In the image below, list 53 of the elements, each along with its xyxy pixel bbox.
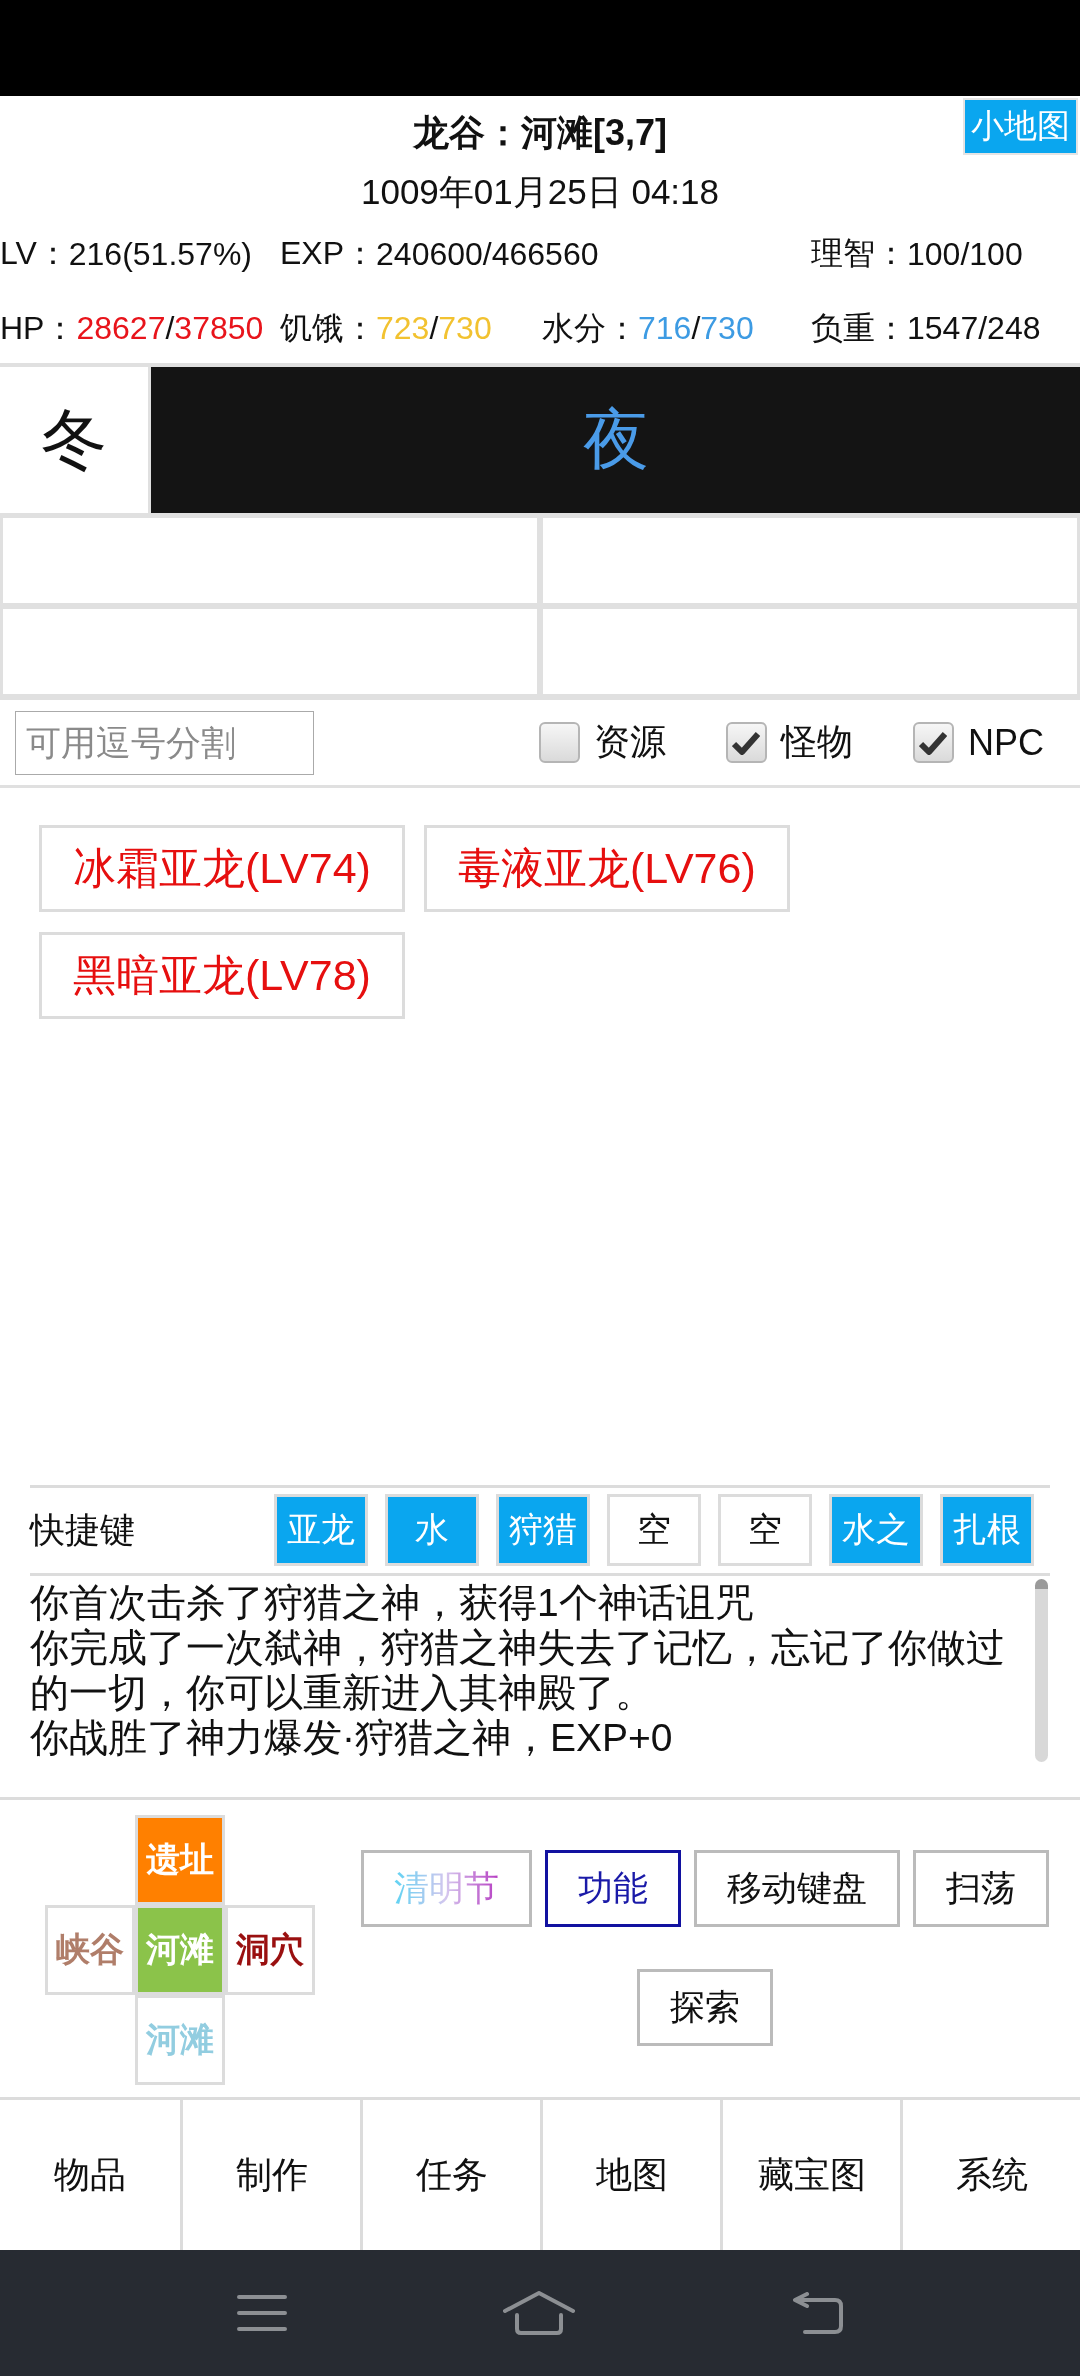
stat-value: 240600/466560 — [376, 235, 599, 273]
map-cell[interactable]: 峡谷 — [45, 1905, 135, 1995]
shortcut-label: 快捷键 — [30, 1508, 136, 1551]
monster-button[interactable]: 毒液亚龙(LV76) — [423, 825, 790, 912]
shortcut-key[interactable]: 亚龙 — [274, 1494, 368, 1566]
log-message: 你战胜了神力爆发·狩猎之神，EXP+0 — [30, 1715, 674, 1760]
shortcut-key[interactable]: 扎根 — [940, 1494, 1034, 1566]
back-icon[interactable] — [791, 2292, 843, 2334]
minimap-button[interactable]: 小地图 — [963, 98, 1078, 155]
check-icon — [732, 730, 761, 755]
stat-label: 负重： — [811, 308, 907, 348]
stat-value: 1547/248 — [907, 310, 1041, 347]
action-button[interactable]: 探索 — [636, 1969, 773, 2046]
checkbox-label: NPC — [968, 721, 1044, 764]
checkbox[interactable] — [726, 722, 767, 763]
monster-button[interactable]: 黑暗亚龙(LV78) — [39, 932, 405, 1019]
shortcut-key[interactable]: 空 — [607, 1494, 701, 1566]
map-cell[interactable]: 遗址 — [135, 1815, 225, 1905]
shortcut-key[interactable]: 空 — [718, 1494, 812, 1566]
stat-label: HP： — [0, 308, 77, 348]
log-message: 你首次击杀了狩猎之神，获得1个神话诅咒 — [30, 1580, 755, 1625]
action-button[interactable]: 功能 — [544, 1850, 681, 1927]
location-title: 龙谷：河滩[3,7] — [413, 110, 667, 155]
stat-value: 723/730 — [376, 310, 492, 347]
stat-value: 716/730 — [638, 310, 754, 347]
stat-label: 饥饿： — [280, 308, 376, 348]
stat-value: 28627/37850 — [76, 310, 264, 347]
filter-input[interactable]: 可用逗号分割 — [15, 710, 314, 775]
stat-label: LV： — [0, 234, 69, 273]
check-icon — [919, 730, 948, 755]
shortcut-key[interactable]: 水之 — [829, 1494, 923, 1566]
checkbox-label: 资源 — [594, 720, 666, 764]
action-button[interactable]: 移动键盘 — [693, 1850, 900, 1927]
menu-icon[interactable] — [237, 2293, 287, 2333]
stat-label: EXP： — [280, 234, 377, 273]
monster-button[interactable]: 冰霜亚龙(LV74) — [39, 825, 405, 912]
season-label: 冬 — [41, 401, 107, 478]
shortcut-key[interactable]: 狩猎 — [496, 1494, 590, 1566]
checkbox[interactable] — [913, 722, 954, 763]
map-cell[interactable]: 洞穴 — [225, 1905, 315, 1995]
shortcut-key[interactable]: 水 — [385, 1494, 479, 1566]
stat-label: 理智： — [811, 234, 907, 273]
action-button[interactable]: 扫荡 — [912, 1850, 1049, 1927]
home-icon[interactable] — [503, 2291, 575, 2335]
date-time: 1009年01月25日 04:18 — [359, 171, 720, 213]
checkbox[interactable] — [539, 722, 580, 763]
stat-value: 216(51.57%) — [68, 235, 252, 273]
scrollbar[interactable] — [1035, 1579, 1048, 1762]
log-message: 你完成了一次弑神，狩猎之神失去了记忆，忘记了你做过的一切，你可以重新进入其神殿了。 — [30, 1625, 1006, 1715]
checkbox-label: 怪物 — [781, 720, 853, 764]
stat-label: 水分： — [542, 308, 638, 348]
time-of-day-label: 夜 — [582, 401, 649, 478]
stat-value: 100/100 — [907, 235, 1023, 273]
